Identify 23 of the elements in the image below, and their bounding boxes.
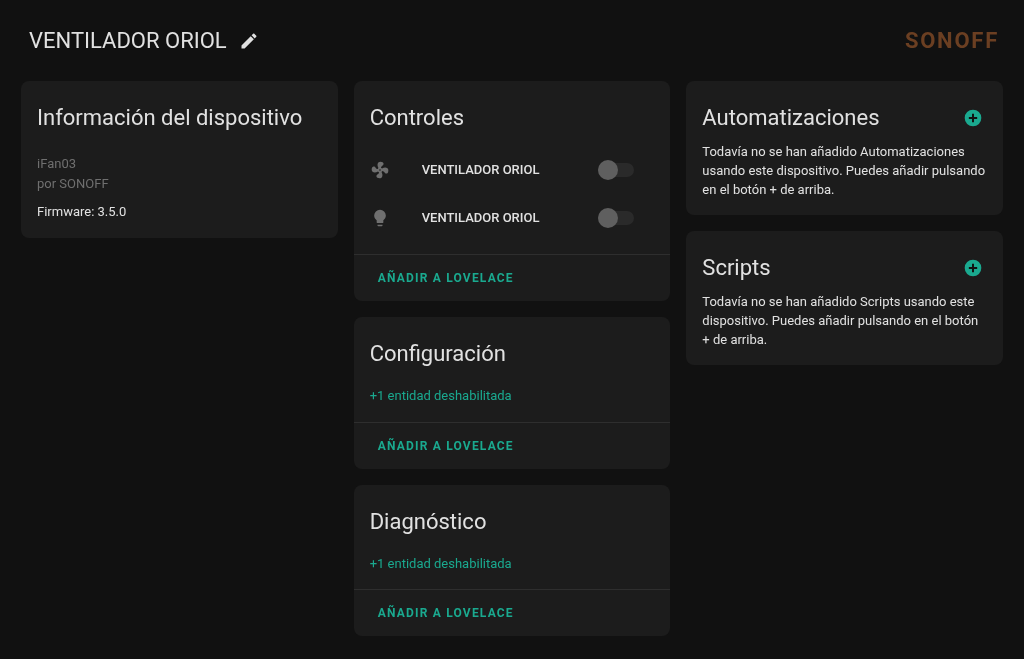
card-title: Scripts [702, 254, 771, 282]
card-title: Controles [369, 104, 466, 132]
toggle-switch[interactable] [598, 163, 635, 177]
toggle-switch[interactable] [598, 211, 635, 225]
entity-name[interactable]: VENTILADOR ORIOL [421, 160, 599, 180]
empty-message: Todavía no se han añadido Automatizaciones usando este dispositivo. Puedes añadir pulsando en el botón + de arriba. [702, 143, 987, 199]
device-title: VENTILADOR ORIOL [29, 27, 227, 55]
device-manufacturer: por SONOFF [37, 175, 110, 193]
device-model: iFan03 [37, 155, 77, 173]
add-icon[interactable] [963, 257, 983, 278]
card-title: Información del dispositivo [37, 104, 304, 132]
fan-icon [369, 160, 390, 180]
add-to-lovelace-button[interactable]: AÑADIR A LOVELACE [361, 430, 530, 461]
brand-logo: SONOFF [904, 27, 999, 55]
empty-message: Todavía no se han añadido Scripts usando este dispositivo. Puedes añadir pulsando en el botón + de arriba. [702, 293, 980, 349]
card-title: Configuración [369, 340, 507, 368]
card-title: Automatizaciones [702, 104, 880, 132]
firmware-version: Firmware: 3.5.0 [37, 203, 128, 221]
add-to-lovelace-button[interactable]: AÑADIR A LOVELACE [361, 263, 530, 293]
card-title: Diagnóstico [369, 507, 488, 536]
add-icon[interactable] [963, 107, 983, 128]
entity-name[interactable]: VENTILADOR ORIOL [421, 208, 599, 228]
add-to-lovelace-button[interactable]: AÑADIR A LOVELACE [361, 598, 530, 628]
